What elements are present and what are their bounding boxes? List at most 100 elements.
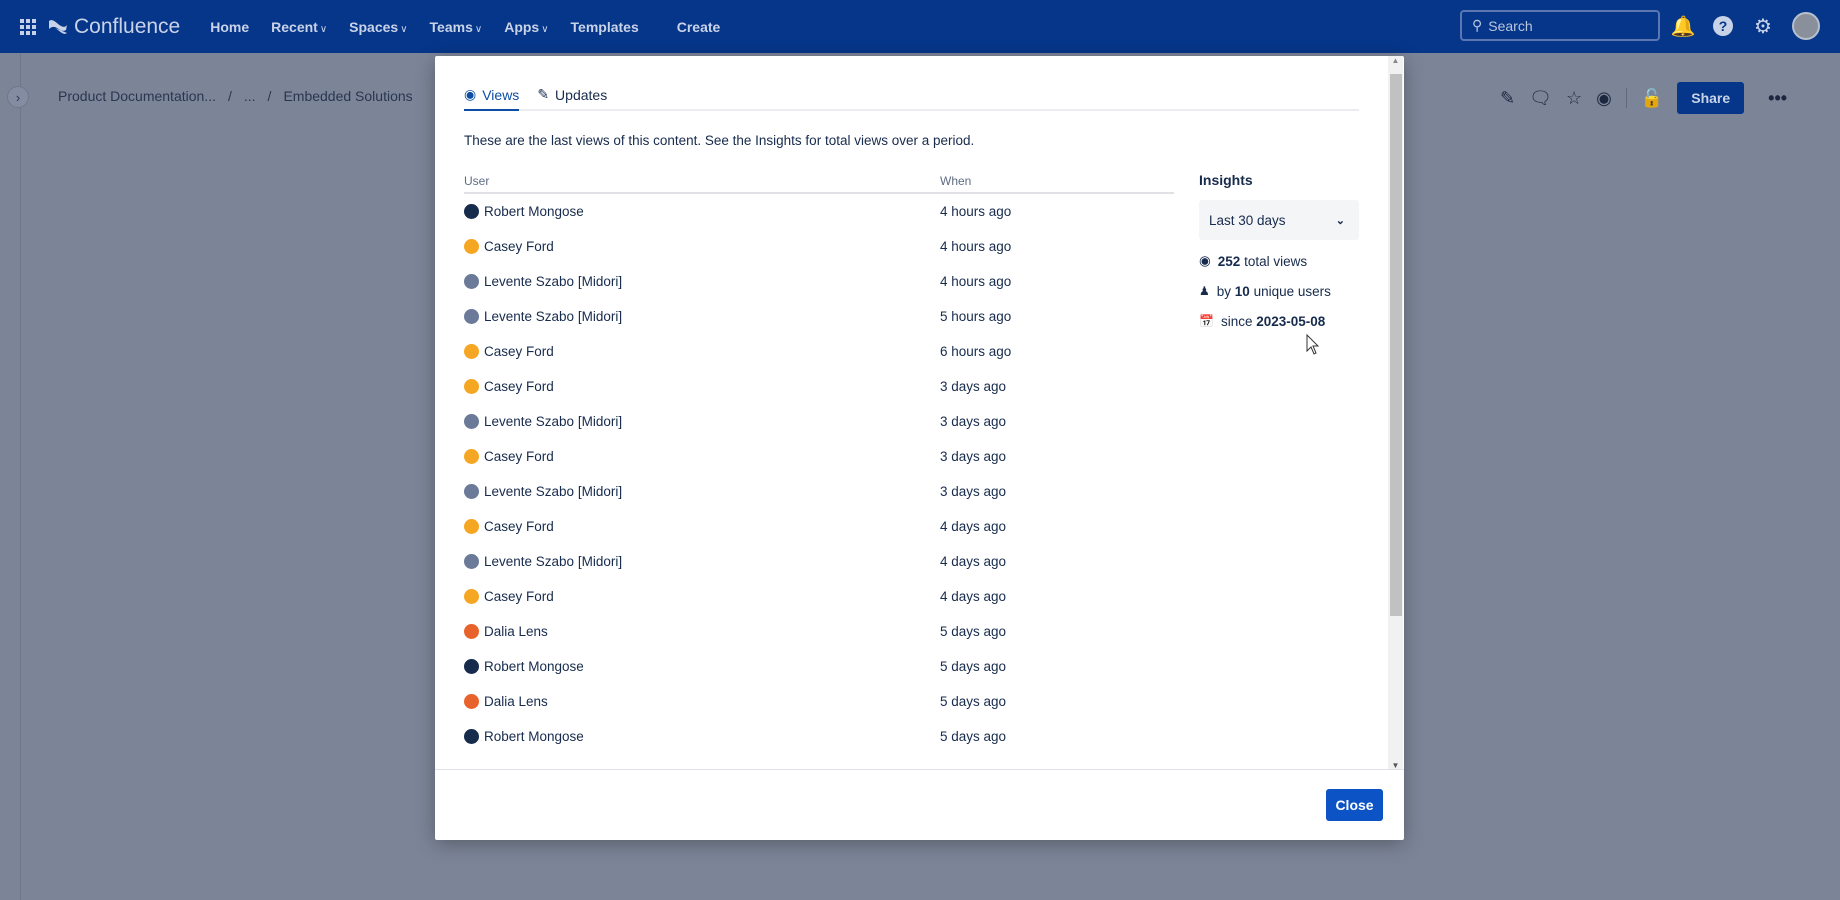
search-input[interactable]: ⚲ Search	[1460, 10, 1660, 41]
tab-views[interactable]: ◉ Views	[464, 86, 520, 111]
user-avatar	[464, 379, 479, 394]
period-value: Last 30 days	[1209, 212, 1286, 228]
nav-item-teams[interactable]: Teams ∨	[430, 19, 483, 35]
user-cell: Casey Ford	[464, 519, 940, 534]
user-cell: Dalia Lens	[464, 624, 940, 639]
user-cell: Casey Ford	[464, 344, 940, 359]
tab-updates[interactable]: ✎ Updates	[537, 86, 607, 109]
user-name[interactable]: Dalia Lens	[484, 694, 548, 709]
user-avatar	[464, 519, 479, 534]
user-cell: Robert Mongose	[464, 659, 940, 674]
divider	[1625, 88, 1627, 108]
user-name[interactable]: Casey Ford	[484, 379, 554, 394]
nav-item-home[interactable]: Home	[210, 19, 249, 35]
nav-item-spaces[interactable]: Spaces ∨	[349, 19, 407, 35]
breadcrumb-item[interactable]: ...	[244, 88, 256, 104]
close-button[interactable]: Close	[1326, 789, 1383, 821]
svg-text:?: ?	[1719, 18, 1728, 34]
when-cell: 3 days ago	[940, 484, 1007, 499]
when-cell: 4 days ago	[940, 554, 1007, 569]
nav-item-label: Apps	[504, 18, 540, 35]
app-switcher-icon[interactable]	[20, 18, 36, 35]
nav-item-label: Recent	[271, 18, 318, 35]
user-name[interactable]: Casey Ford	[484, 239, 554, 254]
when-cell: 6 hours ago	[940, 344, 1012, 359]
table-row: Casey Ford 4 hours ago	[464, 229, 1174, 264]
settings-gear-icon[interactable]: ⚙	[1752, 15, 1774, 38]
user-name[interactable]: Casey Ford	[484, 589, 554, 604]
pencil-icon: ✎	[537, 86, 550, 102]
user-cell: Levente Szabo [Midori]	[464, 309, 940, 324]
nav-item-create[interactable]: Create	[677, 19, 721, 35]
expand-sidebar-button[interactable]: ›	[7, 86, 29, 108]
eye-icon: ◉	[1199, 253, 1211, 268]
more-actions-icon[interactable]: •••	[1768, 88, 1787, 109]
mouse-cursor-icon	[1306, 334, 1320, 355]
user-name[interactable]: Levente Szabo [Midori]	[484, 274, 622, 289]
user-avatar	[464, 449, 479, 464]
user-name[interactable]: Levente Szabo [Midori]	[484, 309, 622, 324]
user-cell: Levente Szabo [Midori]	[464, 554, 940, 569]
user-name[interactable]: Casey Ford	[484, 449, 554, 464]
chevron-down-icon: ∨	[319, 23, 328, 35]
edit-pencil-icon[interactable]: ✎	[1500, 88, 1515, 109]
help-icon[interactable]: ?	[1712, 15, 1734, 37]
period-select[interactable]: Last 30 days ⌄	[1199, 200, 1359, 240]
table-body[interactable]: Robert Mongose 4 hours ago Casey Ford 4 hou…	[464, 194, 1174, 777]
user-avatar	[464, 414, 479, 429]
unique-users-value: 10	[1234, 283, 1250, 299]
search-placeholder: Search	[1488, 17, 1533, 34]
table-row: Casey Ford 3 days ago	[464, 369, 1174, 404]
scroll-up-arrow[interactable]: ▲	[1388, 56, 1403, 65]
user-avatar	[464, 589, 479, 604]
user-name[interactable]: Levente Szabo [Midori]	[484, 554, 622, 569]
user-name[interactable]: Levente Szabo [Midori]	[484, 414, 622, 429]
column-header-user: User	[464, 174, 490, 188]
share-button[interactable]: Share	[1677, 82, 1745, 114]
user-avatar	[464, 694, 479, 709]
scrollbar-thumb[interactable]	[1390, 74, 1402, 616]
user-name[interactable]: Robert Mongose	[484, 204, 584, 219]
notifications-icon[interactable]: 🔔	[1671, 15, 1696, 38]
table-row: Levente Szabo [Midori] 5 hours ago	[464, 299, 1174, 334]
restrictions-lock-icon[interactable]: 🔓	[1641, 88, 1663, 109]
app-name: Confluence	[74, 14, 181, 38]
since-stat: 📅 since 2023-05-08	[1199, 312, 1359, 330]
total-views-stat: ◉ 252 total views	[1199, 252, 1359, 270]
user-cell: Dalia Lens	[464, 694, 940, 709]
breadcrumb-item[interactable]: Embedded Solutions	[283, 88, 412, 104]
table-row: Dalia Lens 5 days ago	[464, 684, 1174, 719]
confluence-logo[interactable]: Confluence	[48, 15, 180, 39]
user-name[interactable]: Casey Ford	[484, 344, 554, 359]
breadcrumb-item[interactable]: Product Documentation...	[58, 88, 216, 104]
nav-item-label: Teams	[429, 18, 473, 35]
nav-item-recent[interactable]: Recent ∨	[271, 19, 327, 35]
dialog-scrollbar[interactable]: ▲ ▼	[1388, 56, 1403, 770]
views-table: User When Robert Mongose 4 hours ago Casey…	[464, 174, 1174, 777]
user-avatar	[464, 274, 479, 289]
user-cell: Levente Szabo [Midori]	[464, 274, 940, 289]
comment-icon[interactable]: 🗨	[1529, 88, 1552, 109]
nav-item-apps[interactable]: Apps ∨	[504, 19, 548, 35]
unique-users-stat: ♟ by 10 unique users	[1199, 282, 1359, 300]
user-cell: Levente Szabo [Midori]	[464, 414, 940, 429]
user-name[interactable]: Levente Szabo [Midori]	[484, 484, 622, 499]
user-avatar	[464, 659, 479, 674]
user-cell: Casey Ford	[464, 449, 940, 464]
user-cell: Levente Szabo [Midori]	[464, 484, 940, 499]
chevron-down-icon: ⌄	[1335, 214, 1345, 227]
star-icon[interactable]: ☆	[1566, 88, 1582, 109]
user-name[interactable]: Robert Mongose	[484, 729, 584, 744]
user-name[interactable]: Robert Mongose	[484, 659, 584, 674]
user-avatar	[464, 239, 479, 254]
tab-label: Updates	[555, 86, 608, 103]
nav-item-templates[interactable]: Templates	[571, 19, 639, 35]
when-cell: 5 days ago	[940, 659, 1007, 674]
insights-title: Insights	[1199, 172, 1253, 188]
user-avatar	[464, 554, 479, 569]
user-name[interactable]: Casey Ford	[484, 519, 554, 534]
main-nav: Home Recent ∨ Spaces ∨ Teams ∨ Apps ∨ Templates Cr…	[210, 19, 720, 35]
user-avatar[interactable]	[1792, 12, 1820, 40]
user-name[interactable]: Dalia Lens	[484, 624, 548, 639]
watch-eye-icon[interactable]: ◉	[1596, 88, 1612, 109]
